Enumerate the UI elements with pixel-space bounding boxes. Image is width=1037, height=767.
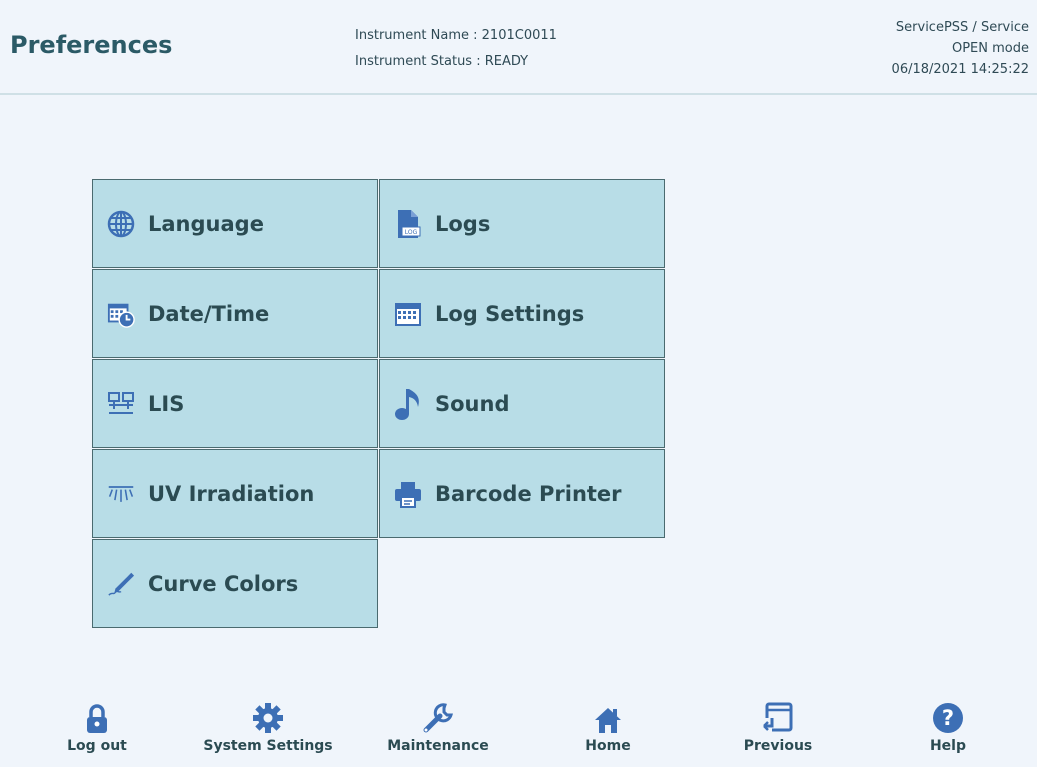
header-bar: Preferences Instrument Name : 2101C0011 … <box>0 0 1037 95</box>
logs-button[interactable]: LOG Logs <box>379 179 665 268</box>
home-label: Home <box>585 738 631 754</box>
maintenance-button[interactable]: Maintenance <box>363 700 513 754</box>
wrench-icon <box>363 700 513 734</box>
instrument-info: Instrument Name : 2101C0011 Instrument S… <box>355 23 557 75</box>
language-label: Language <box>148 211 264 236</box>
calendar-clock-icon <box>107 300 135 328</box>
system-settings-label: System Settings <box>203 738 333 754</box>
help-label: Help <box>929 738 967 754</box>
home-icon <box>533 700 683 734</box>
user-name: ServicePSS / Service <box>895 20 1029 35</box>
pen-icon <box>107 570 135 598</box>
date-time-button[interactable]: Date/Time <box>92 269 378 358</box>
uv-lamp-icon <box>107 480 135 508</box>
calendar-grid-icon <box>394 300 422 328</box>
home-button[interactable]: Home <box>533 700 683 754</box>
log-settings-button[interactable]: Log Settings <box>379 269 665 358</box>
bottom-nav-bar: Log out System Settings Maintenance Home… <box>0 700 1037 767</box>
lock-icon <box>22 700 172 734</box>
datetime: 06/18/2021 14:25:22 <box>891 62 1029 77</box>
lis-label: LIS <box>148 391 185 416</box>
help-icon: ? <box>873 700 1023 734</box>
logs-label: Logs <box>435 211 491 236</box>
access-mode: OPEN mode <box>951 41 1029 56</box>
globe-icon <box>107 210 135 238</box>
gear-icon <box>193 700 343 734</box>
uv-irradiation-label: UV Irradiation <box>148 481 315 506</box>
curve-colors-label: Curve Colors <box>148 571 299 596</box>
barcode-printer-button[interactable]: Barcode Printer <box>379 449 665 538</box>
previous-window-icon <box>703 700 853 734</box>
language-button[interactable]: Language <box>92 179 378 268</box>
printer-icon <box>394 480 422 508</box>
instrument-status: Instrument Status : READY <box>355 54 529 69</box>
log-out-button[interactable]: Log out <box>22 700 172 754</box>
sound-button[interactable]: Sound <box>379 359 665 448</box>
music-note-icon <box>394 388 422 420</box>
log-settings-label: Log Settings <box>435 301 585 326</box>
sound-label: Sound <box>435 391 510 416</box>
previous-label: Previous <box>743 738 813 754</box>
help-button[interactable]: ? Help <box>873 700 1023 754</box>
date-time-label: Date/Time <box>148 301 270 326</box>
barcode-printer-label: Barcode Printer <box>435 481 622 506</box>
svg-text:?: ? <box>942 706 954 730</box>
system-settings-button[interactable]: System Settings <box>193 700 343 754</box>
log-out-label: Log out <box>67 738 127 754</box>
maintenance-label: Maintenance <box>387 738 489 754</box>
curve-colors-button[interactable]: Curve Colors <box>92 539 378 628</box>
network-icon <box>107 390 135 418</box>
page-title: Preferences <box>10 31 173 59</box>
lis-button[interactable]: LIS <box>92 359 378 448</box>
log-file-icon: LOG <box>394 209 422 238</box>
svg-text:LOG: LOG <box>405 229 418 236</box>
instrument-name: Instrument Name : 2101C0011 <box>355 28 557 43</box>
user-info: ServicePSS / Service OPEN mode 06/18/202… <box>892 17 1029 80</box>
previous-button[interactable]: Previous <box>703 700 853 754</box>
uv-irradiation-button[interactable]: UV Irradiation <box>92 449 378 538</box>
